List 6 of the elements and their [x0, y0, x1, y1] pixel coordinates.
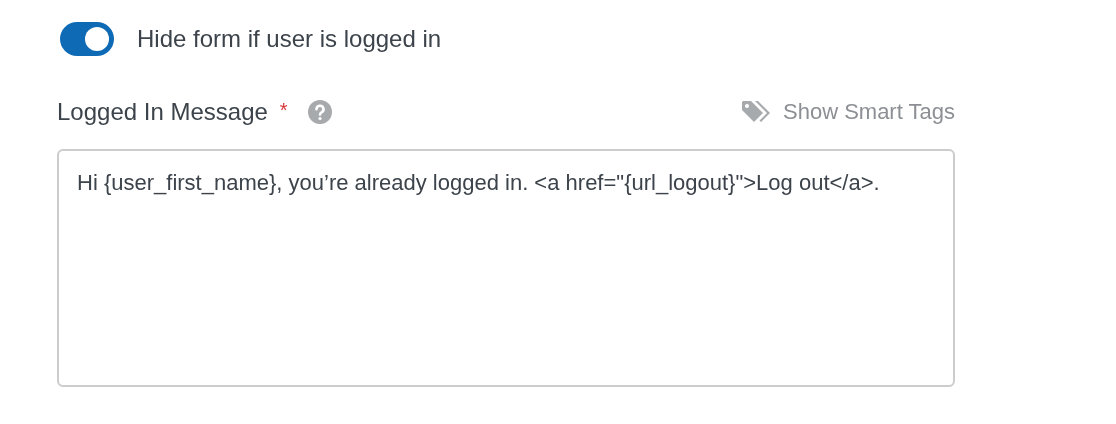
required-mark: *	[279, 99, 288, 122]
message-field[interactable]: Hi {user_first_name}, you’re already logged in. <a href="{url_logout}">Log out</a>.	[57, 149, 955, 387]
toggle-switch[interactable]	[60, 22, 114, 56]
field-label: Logged In Message	[57, 98, 268, 126]
tags-icon	[741, 100, 771, 124]
toggle-label: Hide form if user is logged in	[137, 25, 442, 53]
